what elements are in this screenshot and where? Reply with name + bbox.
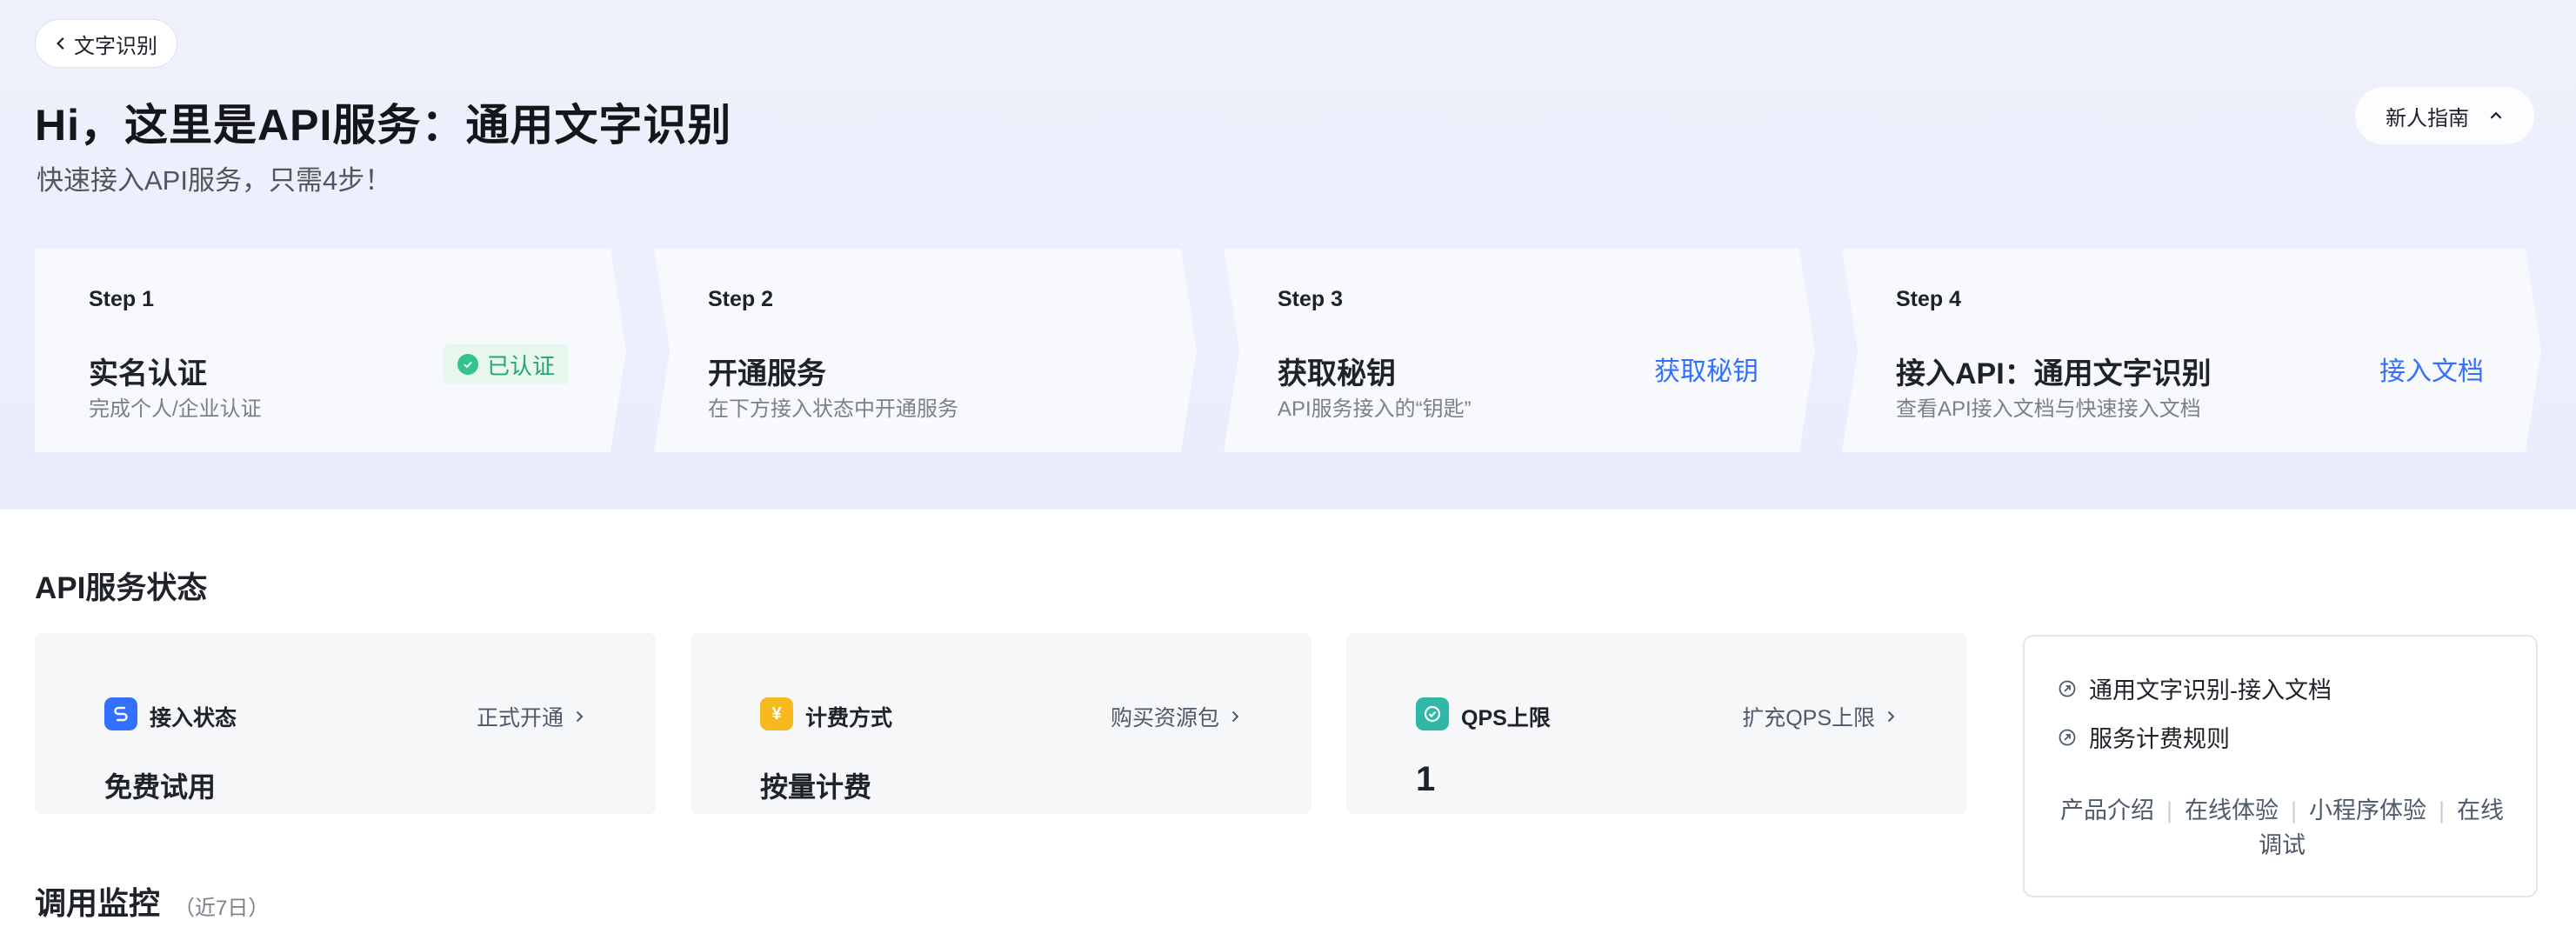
- step-number: Step 4: [1896, 287, 1962, 311]
- step-number: Step 3: [1278, 287, 1344, 311]
- status-card-link-label: 扩充QPS上限: [1742, 706, 1875, 730]
- status-card-link-label: 正式开通: [476, 706, 564, 730]
- status-card-link-label: 购买资源包: [1110, 706, 1219, 730]
- step-number: Step 1: [89, 287, 155, 311]
- verified-badge-label: 已认证: [487, 352, 556, 379]
- step-title: 开通服务: [708, 357, 826, 390]
- verified-badge: 已认证: [444, 344, 570, 384]
- link-icon: [2059, 729, 2076, 745]
- status-card-value: 免费试用: [104, 771, 217, 803]
- status-card-label: QPS上限: [1461, 706, 1551, 730]
- product-intro-link[interactable]: 产品介绍: [2060, 797, 2154, 824]
- buy-resource-pack-link[interactable]: 购买资源包: [1111, 701, 1242, 732]
- step-desc: API服务接入的“钥匙”: [1278, 397, 1472, 421]
- page-title: Hi，这里是API服务：通用文字识别: [35, 101, 732, 150]
- separator: |: [2439, 797, 2446, 824]
- chevron-right-icon: [576, 710, 584, 723]
- api-docs-link[interactable]: 接入文档: [2379, 350, 2484, 388]
- step-title: 接入API：通用文字识别: [1896, 357, 2212, 390]
- step-number: Step 2: [708, 287, 774, 311]
- step-card-3: Step 3 获取秘钥 API服务接入的“钥匙” 获取秘钥: [1224, 249, 1815, 452]
- yen-icon: ¥: [760, 697, 793, 730]
- status-card-value: 1: [1416, 760, 1436, 798]
- doc-link-label: 通用文字识别-接入文档: [2089, 677, 2332, 704]
- hero-section: 文字识别 Hi，这里是API服务：通用文字识别 快速接入API服务，只需4步！ …: [0, 0, 2576, 510]
- newbie-guide-button[interactable]: 新人指南: [2355, 87, 2534, 144]
- quick-links: 产品介绍 | 在线体验 | 小程序体验 | 在线调试: [2051, 793, 2513, 863]
- access-icon: [104, 697, 137, 730]
- chevron-right-icon: [1231, 710, 1239, 723]
- docs-panel: 通用文字识别-接入文档 服务计费规则 产品介绍 | 在线体验 | 小程序体验 | 在线调试: [2023, 635, 2538, 897]
- step-desc: 完成个人/企业认证: [89, 397, 262, 421]
- status-card-value: 按量计费: [760, 771, 872, 803]
- chevron-up-icon: [2490, 111, 2502, 119]
- step-title: 获取秘钥: [1278, 357, 1396, 390]
- back-button-label: 文字识别: [74, 34, 157, 58]
- check-circle-icon: [457, 354, 478, 375]
- step-desc: 在下方接入状态中开通服务: [708, 397, 958, 421]
- qps-icon: [1416, 697, 1449, 730]
- status-card-access: 接入状态 正式开通 免费试用: [35, 633, 656, 814]
- section-title-monitor: 调用监控: [35, 885, 161, 921]
- get-secret-key-link[interactable]: 获取秘钥: [1654, 350, 1758, 388]
- api-doc-link[interactable]: 通用文字识别-接入文档: [2058, 671, 2332, 705]
- link-icon: [2059, 680, 2076, 697]
- back-button[interactable]: 文字识别: [35, 19, 177, 68]
- monitor-range-label: （近7日）: [174, 897, 270, 920]
- status-card-label: 计费方式: [805, 706, 893, 730]
- mini-program-trial-link[interactable]: 小程序体验: [2309, 797, 2426, 824]
- step-desc: 查看API接入文档与快速接入文档: [1896, 397, 2201, 421]
- doc-link-label: 服务计费规则: [2089, 726, 2230, 752]
- online-trial-link[interactable]: 在线体验: [2185, 797, 2279, 824]
- step-card-4: Step 4 接入API：通用文字识别 查看API接入文档与快速接入文档 接入文…: [1842, 249, 2541, 452]
- billing-rules-link[interactable]: 服务计费规则: [2058, 720, 2230, 754]
- section-title-api-status: API服务状态: [35, 571, 208, 605]
- page-subtitle: 快速接入API服务，只需4步！: [37, 165, 392, 196]
- formal-activation-link[interactable]: 正式开通: [477, 701, 586, 732]
- status-card-billing: ¥ 计费方式 购买资源包 按量计费: [691, 633, 1311, 814]
- expand-qps-link[interactable]: 扩充QPS上限: [1742, 701, 1898, 732]
- separator: |: [2290, 797, 2297, 824]
- separator: |: [2166, 797, 2172, 824]
- chevron-right-icon: [1887, 710, 1895, 723]
- status-card-qps: QPS上限 扩充QPS上限 1: [1346, 633, 1967, 814]
- chevron-left-icon: [57, 37, 64, 50]
- status-card-label: 接入状态: [150, 706, 237, 730]
- step-card-1: Step 1 实名认证 完成个人/企业认证 已认证: [35, 249, 626, 452]
- step-card-2: Step 2 开通服务 在下方接入状态中开通服务: [654, 249, 1197, 452]
- guide-button-label: 新人指南: [2386, 106, 2469, 130]
- step-title: 实名认证: [89, 357, 207, 390]
